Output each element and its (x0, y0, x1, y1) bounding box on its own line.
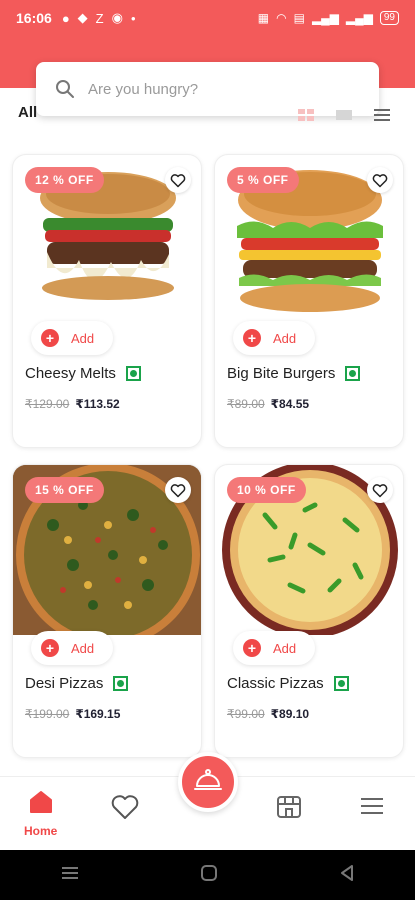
nav-menu[interactable] (360, 795, 384, 822)
location-icon: ● (61, 10, 70, 26)
price-row: ₹199.00 ₹169.15 (25, 707, 120, 721)
discount-badge: 15 % OFF (25, 477, 104, 503)
heart-outline-icon[interactable] (165, 167, 191, 193)
old-price: ₹99.00 (227, 707, 265, 721)
recent-apps-icon[interactable] (61, 865, 79, 886)
add-label: Add (273, 640, 297, 656)
product-card[interactable]: 15 % OFF + Add Desi Pizzas ₹199.00 ₹169.… (12, 464, 202, 758)
item-name-row: Desi Pizzas (25, 675, 129, 692)
item-name: Cheesy Melts (25, 365, 116, 382)
add-label: Add (71, 330, 95, 346)
add-button[interactable]: + Add (233, 321, 315, 355)
nav-favorites[interactable] (110, 793, 140, 826)
old-price: ₹199.00 (25, 707, 70, 721)
volte-icon: ▤ (293, 11, 305, 25)
search-icon (54, 78, 76, 100)
item-name: Big Bite Burgers (227, 365, 336, 382)
nav-store[interactable] (275, 793, 303, 826)
new-price: ₹113.52 (75, 397, 120, 411)
system-navigation-bar (0, 850, 415, 900)
heart-outline-icon[interactable] (367, 167, 393, 193)
list-view-icon[interactable] (334, 108, 354, 122)
price-row: ₹129.00 ₹113.52 (25, 397, 120, 411)
category-filter[interactable]: All (18, 104, 37, 121)
app-z-icon: Z (95, 10, 104, 26)
heart-icon (110, 793, 140, 826)
discount-badge: 5 % OFF (227, 167, 299, 193)
price-row: ₹99.00 ₹89.10 (227, 707, 309, 721)
item-name-row: Big Bite Burgers (227, 365, 361, 382)
add-button[interactable]: + Add (31, 631, 113, 665)
add-label: Add (273, 330, 297, 346)
signal-icon-2: ▂▄▆ (345, 11, 373, 25)
wifi-icon: ◠ (276, 11, 287, 25)
home-circle-icon[interactable] (200, 864, 218, 887)
item-name: Desi Pizzas (25, 675, 104, 692)
cloche-icon (194, 768, 222, 797)
status-time: 16:06 (16, 10, 52, 26)
signal-icon: ▂▄▆ (311, 11, 339, 25)
product-card[interactable]: 10 % OFF + Add Classic Pizzas ₹99.00 ₹89… (214, 464, 404, 758)
discount-badge: 10 % OFF (227, 477, 306, 503)
plus-circle-icon: + (41, 329, 59, 347)
add-button[interactable]: + Add (31, 321, 113, 355)
home-icon (28, 789, 54, 820)
old-price: ₹89.00 (227, 397, 265, 411)
heart-outline-icon[interactable] (165, 477, 191, 503)
view-controls (296, 108, 392, 122)
old-price: ₹129.00 (25, 397, 70, 411)
search-input[interactable] (88, 80, 348, 98)
product-card[interactable]: 5 % OFF + Add Big Bite Burgers ₹89.00 ₹8… (214, 154, 404, 448)
new-price: ₹84.55 (270, 397, 310, 411)
veg-mark-icon (345, 366, 361, 381)
store-icon (275, 793, 303, 826)
veg-mark-icon (125, 366, 141, 381)
add-label: Add (71, 640, 95, 656)
item-name-row: Cheesy Melts (25, 365, 141, 382)
back-icon[interactable] (339, 864, 355, 887)
plus-circle-icon: + (41, 639, 59, 657)
product-card[interactable]: 12 % OFF + Add Cheesy Melts ₹129.00 ₹113… (12, 154, 202, 448)
cart-button[interactable] (178, 752, 238, 812)
network-speed-icon: ▦ (257, 11, 270, 25)
price-row: ₹89.00 ₹84.55 (227, 397, 309, 411)
status-bar: 16:06 ● ◆ Z ◉ • ▦ ◠ ▤ ▂▄▆ ▂▄▆ 99 (0, 0, 415, 36)
notification-icons: ● ◆ Z ◉ • (62, 10, 136, 26)
hamburger-menu-icon (360, 795, 384, 822)
dot-icon: • (130, 10, 136, 26)
new-price: ₹89.10 (270, 707, 310, 721)
grid-view-icon[interactable] (296, 108, 316, 122)
system-status-icons: ▦ ◠ ▤ ▂▄▆ ▂▄▆ 99 (258, 11, 399, 25)
item-name-row: Classic Pizzas (227, 675, 349, 692)
heart-outline-icon[interactable] (367, 477, 393, 503)
app-icon: ◉ (111, 10, 123, 25)
discount-badge: 12 % OFF (25, 167, 104, 193)
nav-home-label: Home (24, 824, 58, 838)
veg-mark-icon (113, 676, 129, 691)
veg-mark-icon (333, 676, 349, 691)
add-button[interactable]: + Add (233, 631, 315, 665)
menu-view-icon[interactable] (372, 108, 392, 122)
new-price: ₹169.15 (75, 707, 121, 721)
nav-home[interactable]: Home (24, 789, 57, 838)
plus-circle-icon: + (243, 639, 261, 657)
plus-circle-icon: + (243, 329, 261, 347)
notification-icon: ◆ (77, 10, 88, 25)
item-name: Classic Pizzas (227, 675, 324, 692)
battery-icon: 99 (379, 11, 399, 25)
